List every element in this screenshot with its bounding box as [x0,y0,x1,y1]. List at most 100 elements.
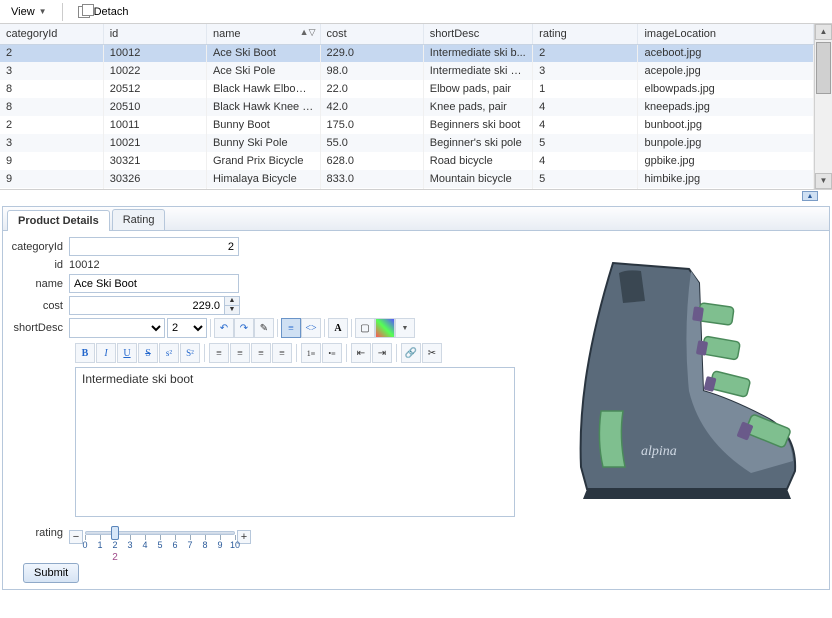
cell-name: Junior Soccer Ball [206,188,320,189]
cost-field[interactable] [69,296,225,315]
superscript-icon[interactable]: S² [180,343,200,363]
bg-color-none-icon[interactable]: ▢ [355,318,375,338]
subscript-icon[interactable]: s² [159,343,179,363]
col-header-categoryId[interactable]: categoryId [0,24,103,44]
font-family-select[interactable] [69,318,165,338]
cell-rating: 5 [533,134,638,152]
table-row[interactable]: 820512Black Hawk Elbow ...22.0Elbow pads… [0,80,814,98]
scroll-thumb[interactable] [816,42,831,94]
align-justify-icon[interactable]: ≡ [272,343,292,363]
label-rating: rating [9,525,69,539]
label-categoryId: categoryId [9,241,69,253]
link-icon[interactable]: 🔗 [401,343,421,363]
table-vertical-scrollbar[interactable]: ▲ ▼ [814,24,832,189]
tick-label: 0 [82,540,87,550]
cell-cost: 229.0 [320,44,423,62]
submit-button[interactable]: Submit [23,563,79,583]
cell-imageLocation: acepole.jpg [638,62,814,80]
table-row[interactable]: 420106Junior Soccer Ball25.0Junior socce… [0,188,814,189]
cell-name: Black Hawk Knee P... [206,98,320,116]
scroll-up-icon[interactable]: ▲ [815,24,832,40]
cell-shortDesc: Beginners ski boot [423,116,532,134]
collapse-up-icon[interactable]: ▲ [802,191,818,201]
categoryId-field[interactable] [69,237,239,256]
list-ordered-icon[interactable]: 1≡ [301,343,321,363]
tab-rating[interactable]: Rating [112,209,166,230]
tick-label: 10 [230,540,240,550]
shortDesc-editor[interactable]: Intermediate ski boot [75,367,515,517]
view-menu-button[interactable]: View▼ [4,3,54,21]
font-color-icon[interactable]: A [328,318,348,338]
tab-product-details[interactable]: Product Details [7,210,110,231]
bg-color-icon[interactable] [375,318,395,338]
cell-shortDesc: Elbow pads, pair [423,80,532,98]
label-name: name [9,278,69,290]
dropdown-icon[interactable]: ▼ [395,318,415,338]
cell-imageLocation: bunboot.jpg [638,116,814,134]
slider-thumb[interactable] [111,526,119,540]
col-header-name[interactable]: name▲▽ [206,24,320,44]
redo-icon[interactable]: ↷ [234,318,254,338]
cell-shortDesc: Beginner's ski pole [423,134,532,152]
cell-categoryId: 9 [0,170,103,188]
cell-cost: 55.0 [320,134,423,152]
strikethrough-icon[interactable]: S [138,343,158,363]
cell-id: 30321 [103,152,206,170]
table-row[interactable]: 210012Ace Ski Boot229.0Intermediate ski … [0,44,814,62]
font-size-select[interactable]: 2 [167,318,207,338]
italic-icon[interactable]: I [96,343,116,363]
cell-cost: 22.0 [320,80,423,98]
col-header-id[interactable]: id [103,24,206,44]
product-table-region: categoryIdidname▲▽costshortDescratingima… [0,24,832,190]
outdent-icon[interactable]: ⇤ [351,343,371,363]
cell-id: 20512 [103,80,206,98]
ski-boot-illustration: alpina [551,241,811,511]
mode-source-icon[interactable]: <> [301,318,321,338]
cell-categoryId: 2 [0,44,103,62]
list-unordered-icon[interactable]: •≡ [322,343,342,363]
table-row[interactable]: 310022Ace Ski Pole98.0Intermediate ski p… [0,62,814,80]
cell-categoryId: 2 [0,116,103,134]
cell-id: 10022 [103,62,206,80]
indent-icon[interactable]: ⇥ [372,343,392,363]
detach-icon [78,6,90,18]
col-header-imageLocation[interactable]: imageLocation [638,24,814,44]
name-field[interactable] [69,274,239,293]
cell-categoryId: 9 [0,152,103,170]
table-row[interactable]: 210011Bunny Boot175.0Beginners ski boot4… [0,116,814,134]
col-header-rating[interactable]: rating [533,24,638,44]
label-id: id [9,259,69,271]
cell-name: Grand Prix Bicycle [206,152,320,170]
align-center-icon[interactable]: ≡ [230,343,250,363]
col-header-shortDesc[interactable]: shortDesc [423,24,532,44]
spin-up-icon[interactable]: ▲ [225,297,239,306]
table-row[interactable]: 820510Black Hawk Knee P...42.0Knee pads,… [0,98,814,116]
rating-slider[interactable]: 0123456789102 [85,525,235,549]
cell-cost: 25.0 [320,188,423,189]
table-row[interactable]: 930321Grand Prix Bicycle628.0Road bicycl… [0,152,814,170]
unlink-icon[interactable]: ✂ [422,343,442,363]
spin-down-icon[interactable]: ▼ [225,306,239,314]
tick-label: 6 [172,540,177,550]
cost-spinner[interactable]: ▲▼ [225,296,240,315]
table-row[interactable]: 310021Bunny Ski Pole55.0Beginner's ski p… [0,134,814,152]
mode-rich-icon[interactable]: ≡ [281,318,301,338]
cell-name: Bunny Ski Pole [206,134,320,152]
undo-icon[interactable]: ↶ [214,318,234,338]
cell-shortDesc: Mountain bicycle [423,170,532,188]
scroll-down-icon[interactable]: ▼ [815,173,832,189]
table-row[interactable]: 930326Himalaya Bicycle833.0Mountain bicy… [0,170,814,188]
cell-categoryId: 8 [0,98,103,116]
cell-id: 10011 [103,116,206,134]
underline-icon[interactable]: U [117,343,137,363]
splitter-bar: ▲ [0,190,832,204]
col-header-cost[interactable]: cost [320,24,423,44]
eraser-icon[interactable]: ✎ [254,318,274,338]
align-right-icon[interactable]: ≡ [251,343,271,363]
bold-icon[interactable]: B [75,343,95,363]
align-left-icon[interactable]: ≡ [209,343,229,363]
cell-categoryId: 3 [0,134,103,152]
slider-decrement[interactable]: − [69,530,83,544]
cell-categoryId: 4 [0,188,103,189]
detach-button[interactable]: Detach [71,3,136,21]
